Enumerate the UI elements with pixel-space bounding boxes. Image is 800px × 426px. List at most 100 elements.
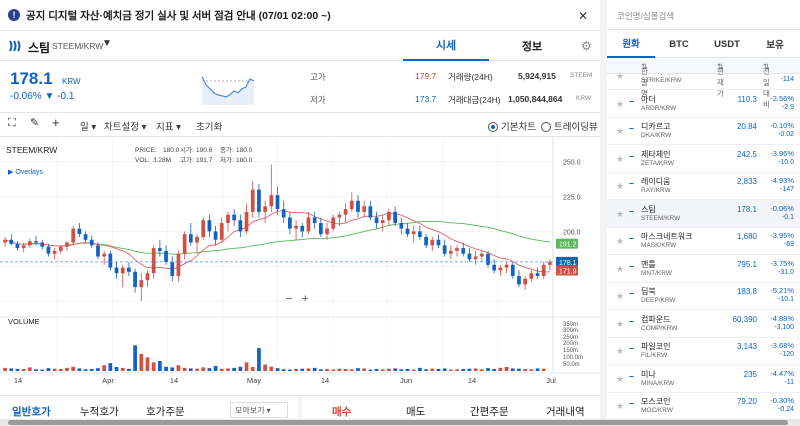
tab-btc[interactable]: BTC xyxy=(655,30,703,58)
list-item[interactable]: ★ – 디카르고 DKA/KRW 20.84 -0.10% -0.02 xyxy=(607,117,800,145)
chart-symbol: STEEM/KRW xyxy=(6,145,57,155)
coin-pair: ARDR/KRW xyxy=(641,104,677,112)
indicator-button[interactable]: 지표 ▾ xyxy=(156,119,181,133)
tab-holdings[interactable]: 보유 xyxy=(751,30,799,58)
star-icon[interactable]: ★ xyxy=(616,291,624,302)
star-icon[interactable]: ★ xyxy=(616,236,624,247)
basic-chart-radio[interactable]: 기본차트 xyxy=(488,119,536,133)
coin-change-abs: -114 xyxy=(780,76,795,83)
volume-bar xyxy=(3,367,7,371)
star-icon[interactable]: ★ xyxy=(616,346,624,357)
coin-change-abs: -3,100 xyxy=(774,323,794,331)
notice-text[interactable]: 공지 디지털 자산·예치금 정기 실사 및 서버 점검 안내 (07/01 02… xyxy=(26,8,331,23)
list-item[interactable]: ★ – 컴파운드 COMP/KRW 60,390 -4.88% -3,100 xyxy=(607,310,800,338)
coin-search-input[interactable]: 코인명/심볼검색 xyxy=(607,0,800,30)
volume-bar xyxy=(399,369,404,371)
zoom-in-button[interactable]: + xyxy=(302,293,308,305)
coin-pair: COMP/KRW xyxy=(641,324,678,332)
list-item[interactable]: ★ – 딥북 DEEP/KRW 183.8 -5.21% -10.1 xyxy=(607,282,800,310)
list-item[interactable]: ★ – 미나 MINA/KRW 235 -4.47% -11 xyxy=(607,365,800,393)
coin-pair: STEEM/KRW xyxy=(641,214,681,222)
legend-open-label: 시가: xyxy=(180,145,194,154)
coin-price: 1,680 xyxy=(736,232,757,241)
tab-simple-order[interactable]: 간편주문 xyxy=(470,404,509,419)
chart-settings-button[interactable]: 차트설정 ▾ xyxy=(104,119,146,133)
tab-info[interactable]: 정보 xyxy=(489,31,575,61)
high-stat: 고가 xyxy=(310,71,326,83)
trend-dash-icon: – xyxy=(629,123,635,133)
tab-quote-order[interactable]: 호가주문 xyxy=(146,404,185,419)
tab-trade-history[interactable]: 거래내역 xyxy=(546,404,585,419)
list-item[interactable]: ★ – 스팀 STEEM/KRW 178.1 -0.06% -0.1 xyxy=(607,199,800,228)
tab-usdt[interactable]: USDT xyxy=(703,30,751,58)
list-item[interactable]: ★ – 제타체인 ZETA/KRW 242.5 -3.96% -10.0 xyxy=(607,145,800,173)
coin-change-abs: -0.24 xyxy=(778,406,794,413)
fullscreen-icon[interactable]: ⛶ xyxy=(8,117,16,130)
list-item[interactable]: ★ – 레이디움 RAY/KRW 2,833 -4.93% -147 xyxy=(607,172,800,200)
crosshair-icon[interactable]: + xyxy=(52,115,60,130)
volume-bar xyxy=(405,369,410,371)
star-icon[interactable]: ★ xyxy=(616,154,624,165)
coin-price: 2,833 xyxy=(736,177,757,186)
star-icon[interactable]: ★ xyxy=(616,99,624,110)
tab-krw[interactable]: 원화 xyxy=(607,30,655,58)
volume-bar xyxy=(21,369,26,371)
volume-bar xyxy=(40,369,45,371)
list-item[interactable]: ★–스트라이크STRIKE/KRW-114 xyxy=(607,74,800,90)
market-list: ★–스트라이크STRIKE/KRW-114★–아더ARDR/KRW110.3-2… xyxy=(607,74,800,419)
volume-bar xyxy=(263,364,267,371)
tab-quote[interactable]: 시세 xyxy=(403,31,489,61)
star-icon[interactable]: ★ xyxy=(616,374,624,385)
header-change[interactable]: 전일대비 ⇅ xyxy=(763,62,770,109)
coin-price: 60,390 xyxy=(732,314,757,324)
tab-orderbook[interactable]: 일반호가 xyxy=(12,404,51,419)
coin-korean-name: 딥북 xyxy=(641,287,656,296)
zoom-out-button[interactable]: − xyxy=(286,293,292,305)
notice-bar[interactable]: ! 공지 디지털 자산·예치금 정기 실사 및 서버 점검 안내 (07/01 … xyxy=(0,0,600,31)
coin-change-rate: -3.68% xyxy=(770,341,794,350)
header-name[interactable]: 한글명 ⇅ xyxy=(641,62,648,98)
volume-bar xyxy=(238,366,243,371)
coin-select-chevron-down-icon[interactable]: ▼ xyxy=(102,38,112,49)
candle-body xyxy=(9,239,14,244)
tradingview-radio[interactable]: 트레이딩뷰 xyxy=(541,119,598,133)
coin-change-rate: -3.96% xyxy=(770,148,794,158)
candle-body xyxy=(467,253,472,260)
volume-bar xyxy=(83,369,88,371)
star-icon[interactable]: ★ xyxy=(616,401,624,412)
trend-dash-icon: – xyxy=(629,260,635,271)
tab-buy[interactable]: 매수 xyxy=(332,404,351,419)
tab-cumulative[interactable]: 누적호가 xyxy=(80,404,119,419)
header-price[interactable]: 현재가 ⇅ xyxy=(717,62,724,98)
list-item[interactable]: ★ – 맨틀 MNT/KRW 795.1 -3.75% -31.0 xyxy=(607,255,800,283)
star-icon[interactable]: ★ xyxy=(616,319,624,330)
list-item[interactable]: ★ – 모스코인 MOC/KRW 79.20 -0.30% -0.24 xyxy=(607,392,800,419)
list-item[interactable]: ★ – 파일코인 FIL/KRW 3,143 -3.68% -120 xyxy=(607,337,800,365)
interval-select[interactable]: 일 ▾ xyxy=(80,119,96,133)
overlays-toggle[interactable]: ▶ Overlays xyxy=(8,169,43,176)
market-tabs: 원화 BTC USDT 보유 xyxy=(607,30,800,58)
trend-dash-icon: – xyxy=(629,74,634,78)
candlestick-chart[interactable]: 250.0225.0200.0191.2178.1171.9350m300m25… xyxy=(0,137,600,391)
reset-button[interactable]: 초기화 xyxy=(196,119,222,133)
y-tick-label: 225.0 xyxy=(563,195,581,202)
horizontal-scrollbar[interactable] xyxy=(0,419,800,426)
scrollbar-thumb[interactable] xyxy=(8,420,788,425)
gear-icon[interactable]: ⚙ xyxy=(581,39,593,53)
view-select[interactable]: 모아보기 ▾ xyxy=(230,402,288,418)
close-icon[interactable]: ✕ xyxy=(578,9,588,23)
tab-sell[interactable]: 매도 xyxy=(406,404,425,419)
star-icon[interactable]: ★ xyxy=(616,264,624,275)
list-item[interactable]: ★ – 마스크네트워크 MASK/KRW 1,680 -3.95% -69 xyxy=(607,227,800,255)
volume-bar xyxy=(158,361,162,371)
legend-low-label: 저가: xyxy=(220,155,234,164)
star-icon[interactable]: ★ xyxy=(616,126,624,137)
star-icon[interactable]: ★ xyxy=(616,209,624,220)
pencil-icon[interactable]: ✎ xyxy=(30,116,39,129)
volume-bar xyxy=(479,369,484,371)
star-icon[interactable]: ★ xyxy=(616,181,624,192)
list-item[interactable]: ★ – 아더 ARDR/KRW 110.3 -2.56% -2.9 xyxy=(607,90,800,118)
coin-pair: MOC/KRW xyxy=(641,407,674,414)
star-icon[interactable]: ★ xyxy=(616,74,624,82)
coin-change-rate: -4.88% xyxy=(770,313,794,323)
